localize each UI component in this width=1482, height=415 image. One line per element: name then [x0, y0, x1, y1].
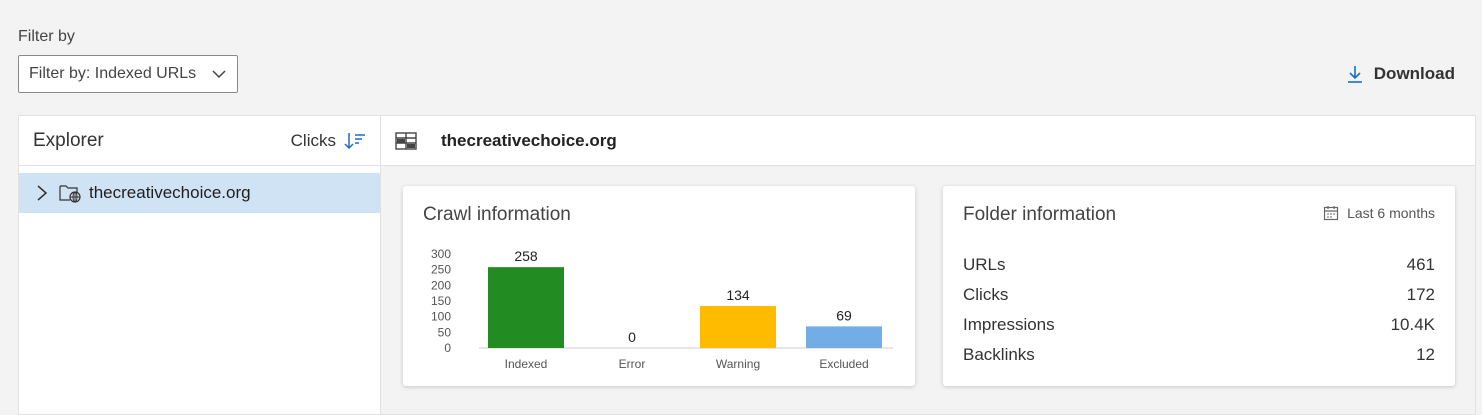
crawl-information-card: Crawl information 0 50 100 150 200 250 300 258 I…: [403, 186, 915, 386]
filter-label: Filter by: [18, 28, 75, 45]
download-label: Download: [1373, 64, 1455, 83]
stat-label: Clicks: [963, 285, 1009, 304]
x-category-label: Indexed: [505, 357, 548, 371]
y-tick-label: 200: [431, 278, 451, 292]
site-title: thecreativechoice.org: [441, 130, 617, 150]
crawl-chart: 0 50100 150 200250 300 258 Indexed 0 Error 134 War…: [431, 247, 893, 371]
explorer-header: Explorer Clicks: [19, 116, 380, 166]
web-folder-icon: [59, 183, 81, 203]
filter-selected-value: Filter by: Indexed URLs: [29, 65, 197, 82]
calendar-icon: [1323, 205, 1339, 221]
x-category-label: Error: [619, 357, 646, 371]
download-icon: [1346, 64, 1364, 84]
bar-indexed: [488, 267, 564, 348]
x-category-label: Warning: [716, 357, 760, 371]
chevron-right-icon[interactable]: [35, 184, 49, 202]
stat-row-clicks: Clicks 172: [963, 280, 1435, 310]
y-tick-label: 250: [431, 263, 451, 277]
stat-value: 172: [1406, 285, 1435, 304]
bar-value-label: 69: [836, 307, 852, 323]
folder-card-title: Folder information: [963, 204, 1117, 225]
folder-stats: URLs 461 Clicks 172 Impressions 10.4K Ba…: [963, 250, 1435, 370]
y-tick-label: 0: [444, 341, 451, 355]
explorer-pane: Explorer Clicks thecreativechoice.org: [19, 116, 381, 414]
stat-value: 12: [1416, 345, 1435, 364]
filter-dropdown[interactable]: Filter by: Indexed URLs: [18, 55, 238, 93]
sort-descending-icon: [344, 132, 366, 150]
explorer-title: Explorer: [33, 129, 104, 151]
x-category-label: Excluded: [819, 357, 868, 371]
stat-label: URLs: [963, 255, 1006, 274]
tree-item-label: thecreativechoice.org: [89, 183, 251, 202]
bar-excluded: [806, 326, 882, 348]
folder-information-card: Folder information Last 6 months URLs 46…: [943, 186, 1455, 386]
content-panel: Explorer Clicks thecreativechoice.org th…: [18, 115, 1476, 415]
stat-row-impressions: Impressions 10.4K: [963, 310, 1435, 340]
download-button[interactable]: Download: [1346, 64, 1455, 84]
stat-label: Impressions: [963, 315, 1055, 334]
tree-item-site[interactable]: thecreativechoice.org: [19, 173, 380, 213]
date-range-button[interactable]: Last 6 months: [1323, 205, 1435, 221]
site-explorer-icon: [395, 131, 417, 150]
stat-value: 10.4K: [1390, 315, 1435, 334]
main-pane: thecreativechoice.org Crawl information …: [381, 116, 1475, 414]
bar-value-label: 0: [628, 329, 636, 345]
stat-label: Backlinks: [963, 345, 1035, 364]
y-tick-label: 150: [431, 294, 451, 308]
chevron-down-icon: [211, 66, 227, 82]
sort-label: Clicks: [290, 130, 336, 150]
bar-value-label: 134: [726, 287, 750, 303]
stat-row-backlinks: Backlinks 12: [963, 340, 1435, 370]
bar-warning: [700, 306, 776, 348]
y-tick-label: 100: [431, 310, 451, 324]
date-range-label: Last 6 months: [1347, 205, 1435, 221]
sort-by-clicks-button[interactable]: Clicks: [291, 131, 366, 151]
y-tick-label: 50: [438, 325, 452, 339]
y-tick-label: 300: [431, 247, 451, 261]
bar-value-label: 258: [514, 248, 538, 264]
stat-row-urls: URLs 461: [963, 250, 1435, 280]
stat-value: 461: [1406, 255, 1435, 274]
main-header: thecreativechoice.org: [381, 116, 1475, 166]
